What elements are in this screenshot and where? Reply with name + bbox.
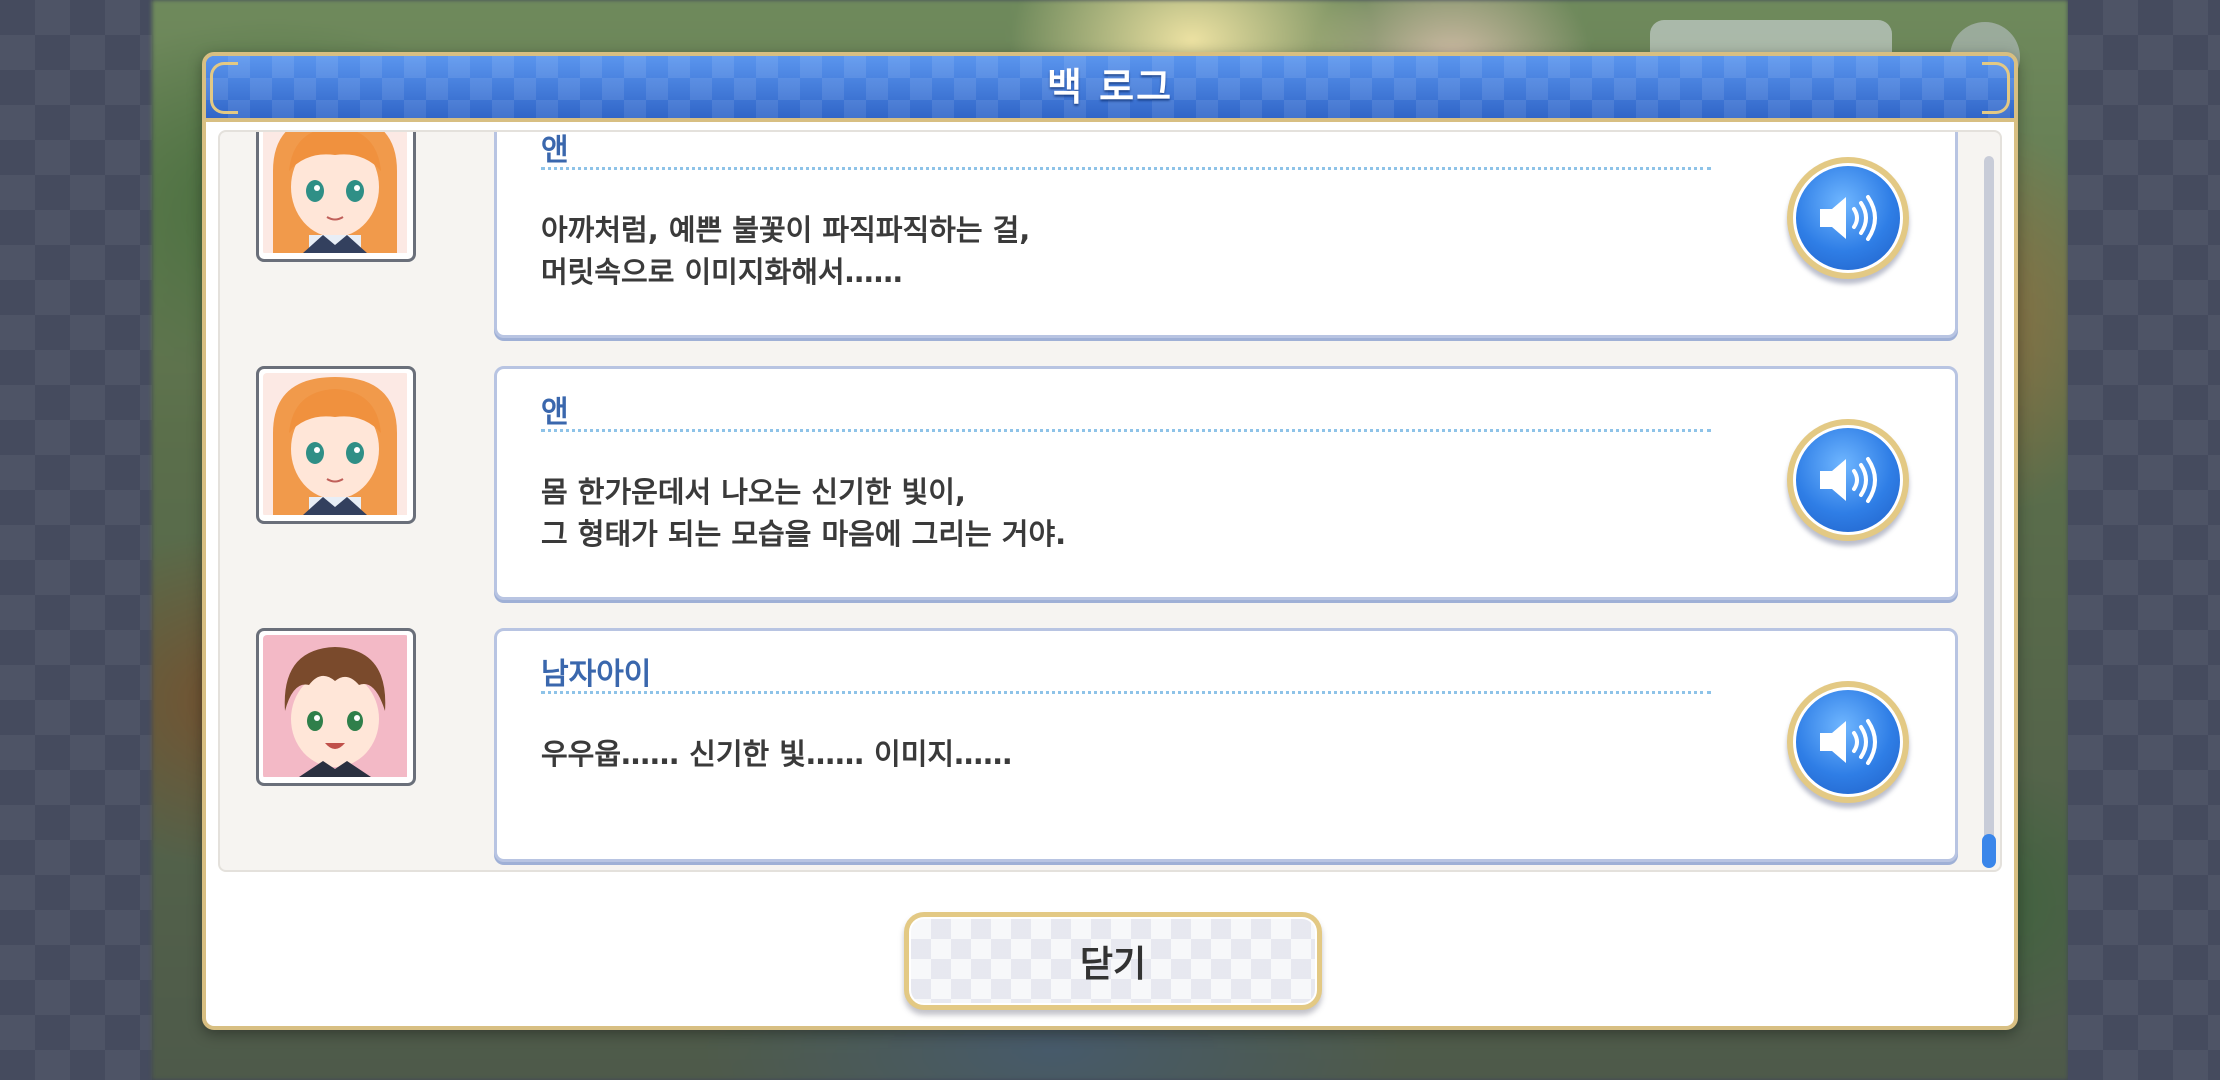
title-bar: 백 로그 (206, 56, 2014, 122)
name-divider (541, 691, 1711, 694)
message-bubble: 앤 아까처럼, 예쁜 불꽃이 파직파직하는 걸, 머릿속으로 이미지화해서…… (494, 132, 1958, 338)
log-entry: 앤 몸 한가운데서 나오는 신기한 빛이, 그 형태가 되는 모습을 마음에 그… (220, 366, 1980, 600)
speaker-icon (1820, 195, 1877, 241)
message-text: 몸 한가운데서 나오는 신기한 빛이, 그 형태가 되는 모습을 마음에 그리는… (541, 471, 1641, 555)
avatar (256, 628, 416, 786)
message-text: 아까처럼, 예쁜 불꽃이 파직파직하는 걸, 머릿속으로 이미지화해서…… (541, 209, 1641, 293)
scrollbar-thumb[interactable] (1982, 834, 1996, 868)
close-button[interactable]: 닫기 (904, 912, 1322, 1010)
speaker-name: 남자아이 (541, 657, 652, 692)
orange-haired-girl-portrait (263, 373, 407, 515)
backlog-list[interactable]: 앤 아까처럼, 예쁜 불꽃이 파직파직하는 걸, 머릿속으로 이미지화해서…… (218, 130, 2002, 872)
dialog-title: 백 로그 (1046, 65, 1174, 109)
message-bubble: 남자아이 우우웁…… 신기한 빛…… 이미지…… (494, 628, 1958, 862)
voice-replay-button[interactable] (1787, 157, 1909, 279)
title-ornament-right (1982, 62, 2010, 114)
scrollbar-track[interactable] (1984, 156, 1994, 856)
speaker-name: 앤 (541, 395, 569, 430)
avatar (256, 132, 416, 262)
speaker-name: 앤 (541, 133, 569, 168)
message-bubble: 앤 몸 한가운데서 나오는 신기한 빛이, 그 형태가 되는 모습을 마음에 그… (494, 366, 1958, 600)
message-line: 우우웁…… 신기한 빛…… 이미지…… (541, 737, 1013, 771)
backlog-dialog: 백 로그 앤 아까처럼, 예쁜 불꽃이 파직파직하는 걸, 머릿속으로 이미지화… (202, 52, 2018, 1030)
avatar (256, 366, 416, 524)
right-side-pattern (2068, 0, 2220, 1080)
orange-haired-girl-portrait (263, 132, 407, 253)
name-divider (541, 167, 1711, 170)
speaker-icon (1820, 719, 1877, 765)
brown-haired-boy-portrait (263, 635, 407, 777)
close-button-label: 닫기 (1079, 944, 1147, 985)
message-line: 아까처럼, 예쁜 불꽃이 파직파직하는 걸, (541, 213, 1031, 247)
message-line: 그 형태가 되는 모습을 마음에 그리는 거야. (541, 517, 1067, 551)
message-line: 머릿속으로 이미지화해서…… (541, 255, 903, 289)
voice-replay-button[interactable] (1787, 681, 1909, 803)
left-side-pattern (0, 0, 152, 1080)
name-divider (541, 429, 1711, 432)
speaker-icon (1820, 457, 1877, 503)
voice-replay-button[interactable] (1787, 419, 1909, 541)
log-entry: 남자아이 우우웁…… 신기한 빛…… 이미지…… (220, 628, 1980, 862)
log-entry: 앤 아까처럼, 예쁜 불꽃이 파직파직하는 걸, 머릿속으로 이미지화해서…… (220, 132, 1980, 338)
message-line: 몸 한가운데서 나오는 신기한 빛이, (541, 475, 966, 509)
message-text: 우우웁…… 신기한 빛…… 이미지…… (541, 733, 1641, 775)
